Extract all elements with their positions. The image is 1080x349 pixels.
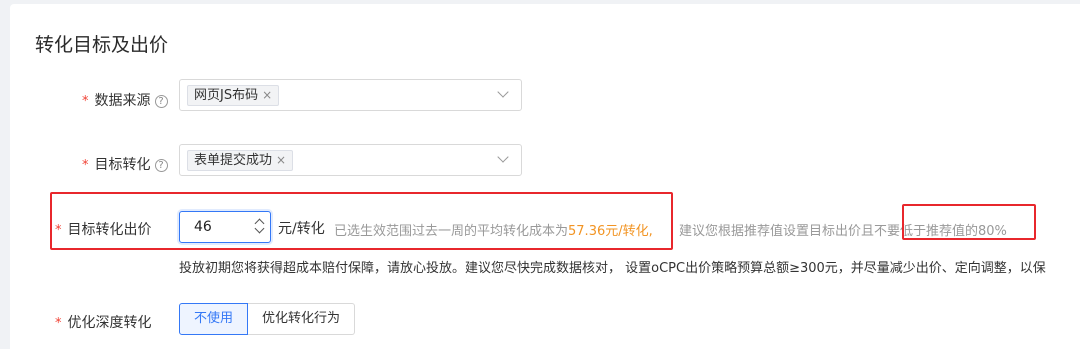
chevron-down-icon[interactable] xyxy=(497,86,509,98)
data-source-select[interactable]: 网页JS布码 × xyxy=(179,79,522,111)
annotation-box xyxy=(50,192,673,250)
deep-conversion-toggle: 不使用 优化转化行为 xyxy=(179,303,356,335)
target-conversion-label: * 目标转化? xyxy=(82,154,168,174)
chevron-down-icon[interactable] xyxy=(497,151,509,163)
tag-remove-icon[interactable]: × xyxy=(276,153,286,167)
data-source-label: * 数据来源? xyxy=(82,90,168,110)
form-panel xyxy=(10,4,1080,349)
help-icon[interactable]: ? xyxy=(154,95,168,108)
tag-remove-icon[interactable]: × xyxy=(262,88,272,102)
option-not-use-button[interactable]: 不使用 xyxy=(179,303,249,335)
section-title: 转化目标及出价 xyxy=(35,34,169,56)
option-optimize-behavior-button[interactable]: 优化转化行为 xyxy=(248,303,356,335)
annotation-box xyxy=(902,204,1036,240)
compensation-note: 投放初期您将获得超成本赔付保障，请放心投放。建议您尽快完成数据核对， 设置oCP… xyxy=(179,261,1046,276)
deep-conversion-label: * 优化深度转化 xyxy=(55,315,152,331)
required-mark: * xyxy=(55,316,62,331)
data-source-tag: 网页JS布码 × xyxy=(187,85,280,106)
required-mark: * xyxy=(82,158,89,173)
help-icon[interactable]: ? xyxy=(154,159,168,172)
target-conversion-select[interactable]: 表单提交成功 × xyxy=(179,144,522,176)
required-mark: * xyxy=(82,94,89,109)
target-conversion-tag: 表单提交成功 × xyxy=(187,150,294,171)
